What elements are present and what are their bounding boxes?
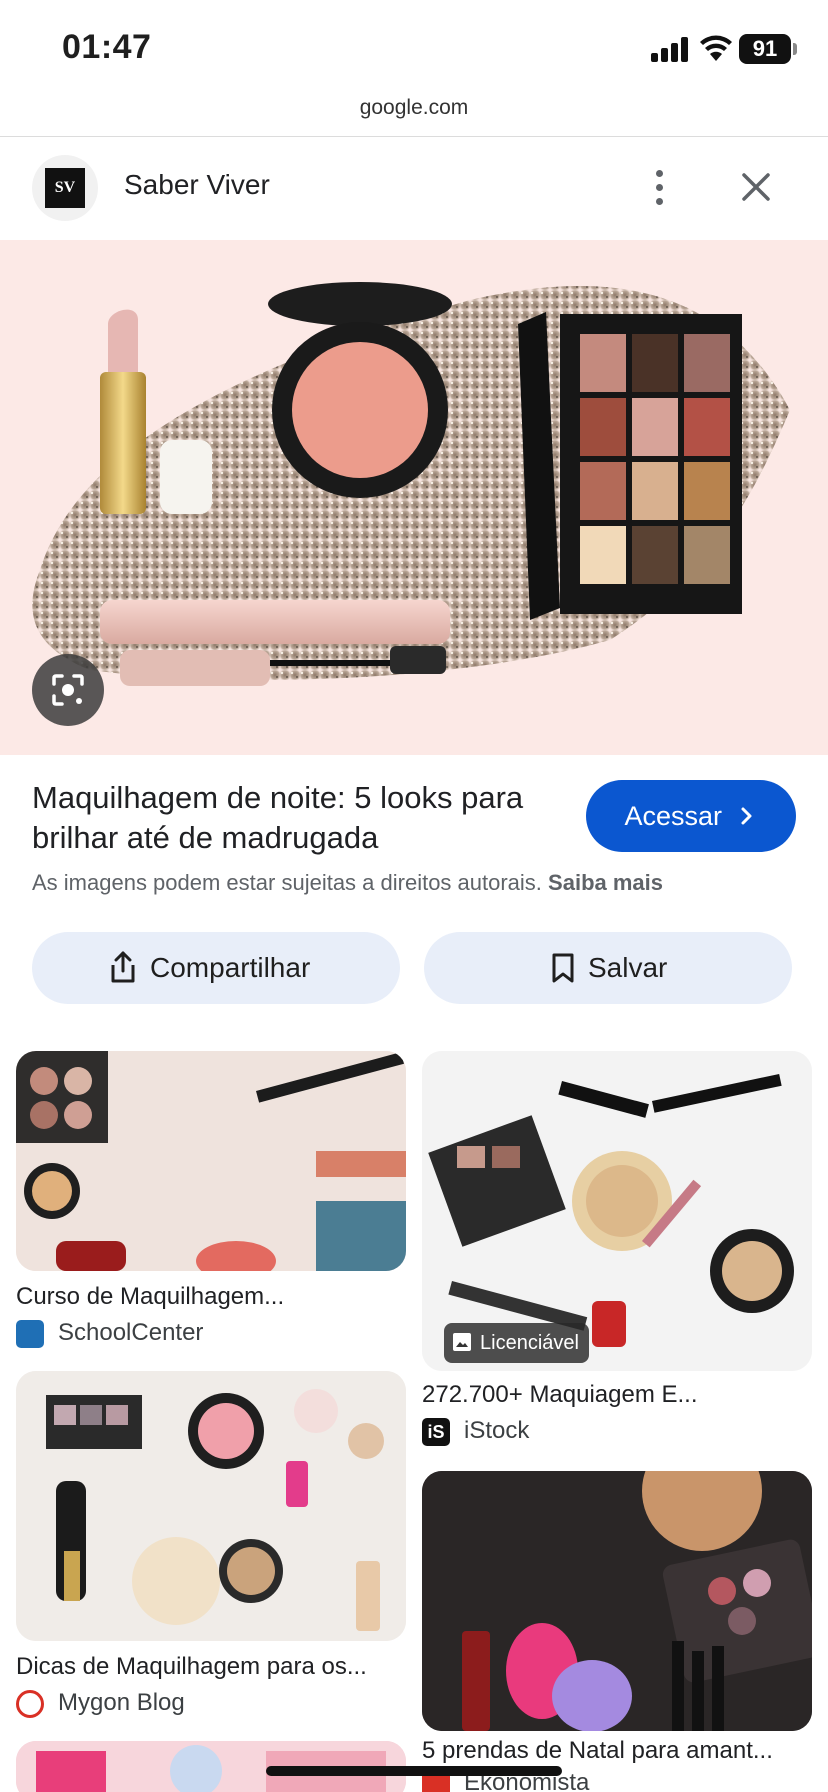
more-vert-icon-dot <box>656 184 663 191</box>
learn-more-link[interactable]: Saiba mais <box>548 870 663 895</box>
save-label: Salvar <box>588 952 668 983</box>
related-source-name: Mygon Blog <box>58 1689 185 1716</box>
makeup-illustration <box>32 282 790 686</box>
image-viewer-page: 01:47 91 google.com SV Saber Viver Maqui… <box>0 0 828 1792</box>
related-title[interactable]: Curso de Maquilhagem... <box>16 1283 406 1311</box>
related-thumbnail[interactable] <box>16 1371 406 1641</box>
status-time: 01:47 <box>62 28 152 66</box>
related-title[interactable]: 272.700+ Maquiagem E... <box>422 1381 812 1409</box>
site-name[interactable]: Saber Viver <box>124 169 270 201</box>
image-icon <box>453 1333 471 1351</box>
share-label: Compartilhar <box>150 952 311 983</box>
license-label: Licenciável <box>480 1332 579 1354</box>
copyright-notice: As imagens podem estar sujeitas a direit… <box>32 870 663 896</box>
wifi-icon <box>700 35 732 61</box>
related-thumbnail[interactable] <box>16 1051 406 1271</box>
makeup-tips-image <box>16 1371 406 1641</box>
chevron-right-icon <box>741 807 752 825</box>
makeup-gift-image <box>422 1471 812 1731</box>
more-vert-icon-dot <box>656 198 663 205</box>
close-icon[interactable] <box>734 165 778 209</box>
lens-button[interactable] <box>32 654 104 726</box>
cellular-signal-icon <box>651 36 691 62</box>
site-logo[interactable]: SV <box>32 155 98 221</box>
related-card[interactable]: 5 prendas de Natal para amant... Ekonomi… <box>422 1471 812 1792</box>
related-card[interactable]: Dicas de Maquilhagem para os... Mygon Bl… <box>16 1371 406 1718</box>
lens-icon <box>52 674 84 706</box>
image-title: Maquilhagem de noite: 5 looks para brilh… <box>32 780 524 855</box>
more-options-button[interactable] <box>640 159 680 215</box>
more-vert-icon <box>656 170 663 177</box>
schoolcenter-icon <box>16 1319 44 1348</box>
visit-button[interactable]: Acessar <box>586 780 796 852</box>
related-source[interactable]: SchoolCenter <box>16 1319 203 1348</box>
related-card[interactable]: Curso de Maquilhagem... SchoolCenter <box>16 1051 406 1351</box>
battery-indicator: 91 <box>739 34 791 64</box>
share-button[interactable]: Compartilhar <box>32 932 400 1004</box>
related-source[interactable]: Mygon Blog <box>16 1689 185 1718</box>
license-badge: Licenciável <box>444 1323 589 1363</box>
site-logo-mark: SV <box>45 168 85 208</box>
related-thumbnail[interactable] <box>422 1471 812 1731</box>
related-card[interactable]: Licenciável 272.700+ Maquiagem E... iS iS… <box>422 1051 812 1446</box>
makeup-flatlay-image <box>16 1051 406 1271</box>
related-source-name: SchoolCenter <box>58 1319 204 1346</box>
related-title[interactable]: Dicas de Maquilhagem para os... <box>16 1653 406 1681</box>
status-bar: 01:47 91 <box>0 0 828 96</box>
related-source-name: iStock <box>464 1417 530 1444</box>
istock-icon: iS <box>422 1417 450 1446</box>
related-source[interactable]: iS iStock <box>422 1417 529 1446</box>
browser-url[interactable]: google.com <box>0 96 828 120</box>
visit-button-label: Acessar <box>624 801 723 831</box>
bookmark-icon <box>552 953 574 983</box>
share-icon <box>111 951 135 983</box>
viewer-header: SV Saber Viver <box>0 137 828 240</box>
home-indicator[interactable] <box>266 1766 562 1776</box>
hero-image[interactable] <box>0 240 828 755</box>
save-button[interactable]: Salvar <box>424 932 792 1004</box>
copyright-text: As imagens podem estar sujeitas a direit… <box>32 870 542 895</box>
battery-tip <box>793 43 797 55</box>
related-title[interactable]: 5 prendas de Natal para amant... <box>422 1737 812 1765</box>
mygon-icon <box>16 1689 44 1718</box>
